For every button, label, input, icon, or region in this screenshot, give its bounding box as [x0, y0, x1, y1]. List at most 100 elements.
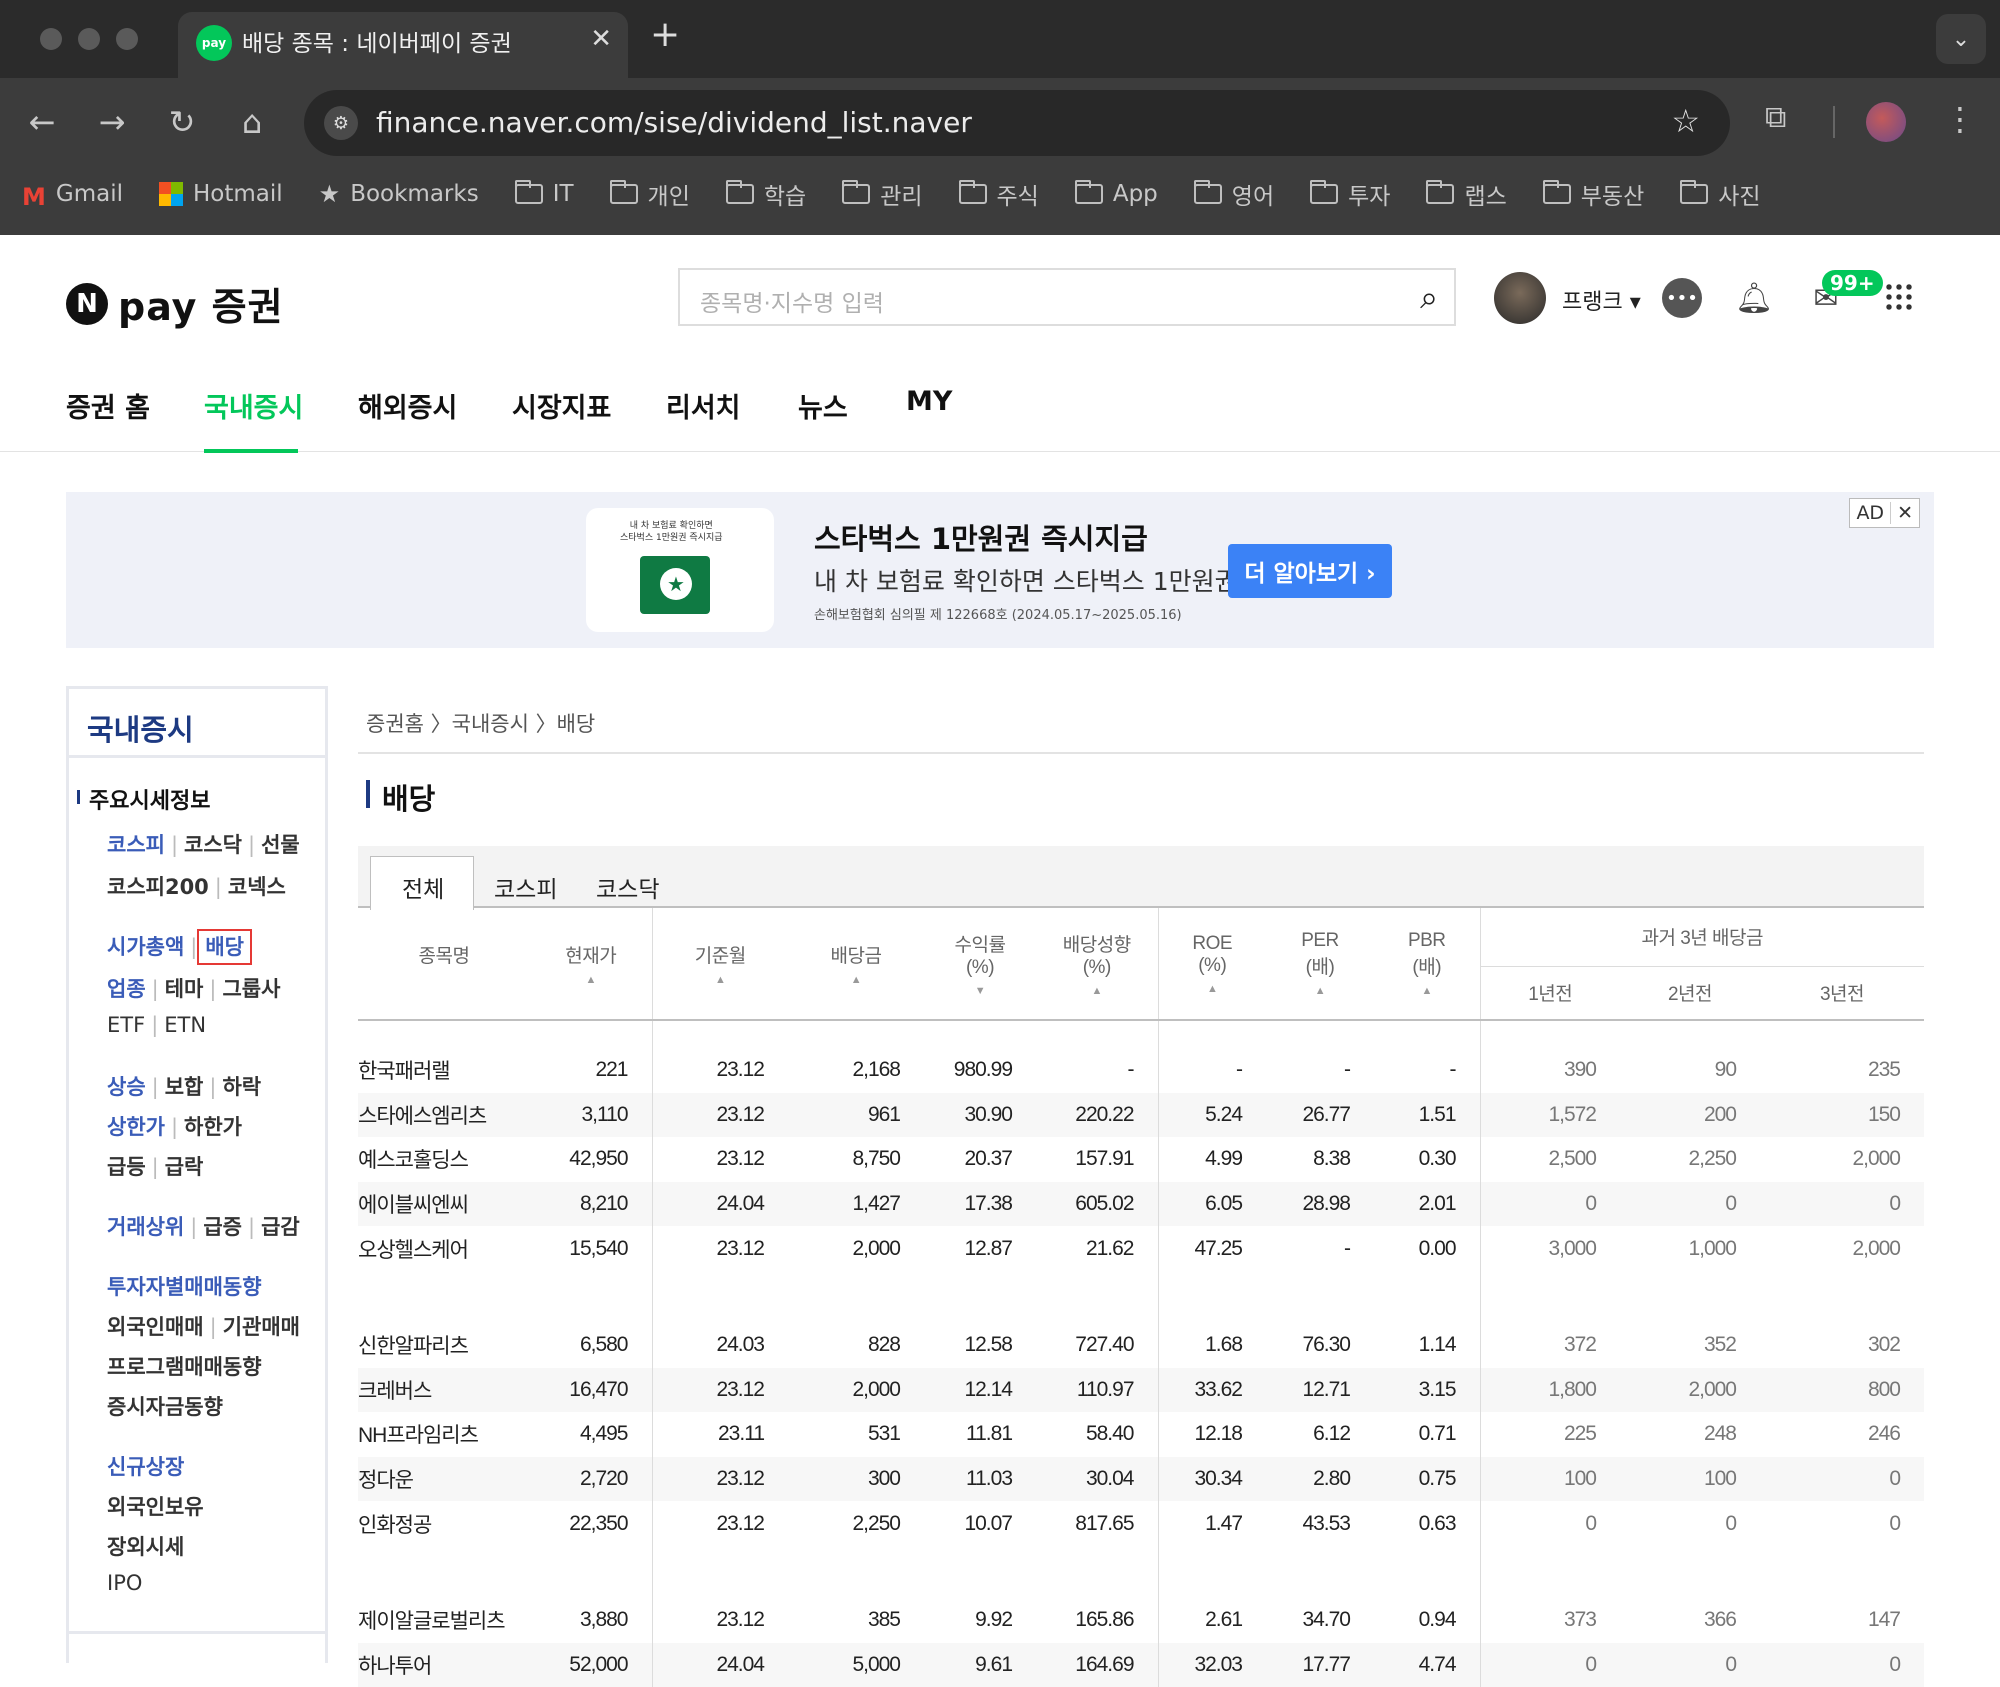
search-icon[interactable]: ⌕ [1420, 278, 1438, 317]
stock-name-link[interactable]: 정다운 [358, 1456, 530, 1502]
lnb-link-theme[interactable]: 테마 [165, 977, 204, 1001]
back-arrow-icon[interactable]: ← [20, 100, 64, 144]
stock-name-link[interactable]: 인화정공 [358, 1501, 530, 1546]
sort-down-icon[interactable]: ▼ [924, 985, 1036, 997]
bookmark-folder-manage[interactable]: 관리 [842, 177, 923, 211]
stock-name-link[interactable]: NH프라임리츠 [358, 1412, 530, 1457]
lnb-link-group[interactable]: 그룹사 [222, 977, 280, 1001]
lnb-link-etf[interactable]: ETF [107, 1013, 145, 1037]
tab-all[interactable]: 전체 [402, 870, 444, 904]
lnb-link-institution-trade[interactable]: 기관매매 [223, 1315, 300, 1339]
stock-name-link[interactable]: 제이알글로벌리츠 [358, 1598, 530, 1643]
lnb-link-upper-limit[interactable]: 상한가 [107, 1115, 165, 1139]
home-icon[interactable]: ⌂ [230, 100, 274, 144]
stock-name-link[interactable]: 신한알파리츠 [358, 1323, 530, 1368]
bookmark-hotmail[interactable]: Hotmail [159, 181, 283, 207]
lnb-link-funds-trend[interactable]: 증시자금동향 [107, 1395, 223, 1419]
tab-search-chevron-icon[interactable]: ⌄ [1936, 14, 1986, 64]
lnb-link-kospi[interactable]: 코스피 [107, 833, 165, 857]
table-row[interactable]: 예스코홀딩스 42,950 23.12 8,750 20.37 157.91 4.99 8.3… [358, 1137, 1924, 1182]
browser-tab-active[interactable]: pay 배당 종목 : 네이버페이 증권 ✕ [178, 12, 628, 78]
col-header-price[interactable]: 현재가 ▲ [530, 908, 652, 1020]
gnb-home[interactable]: 증권 홈 [66, 386, 150, 425]
lnb-link-ipo[interactable]: IPO [107, 1571, 142, 1595]
bookmark-gmail[interactable]: M Gmail [22, 181, 123, 211]
ad-banner[interactable]: 내 차 보험료 확인하면 스타벅스 1만원권 즉시지급 ★ 스타벅스 1만원권 … [66, 492, 1934, 648]
close-window-button[interactable] [40, 28, 62, 50]
lnb-link-plunge[interactable]: 급락 [165, 1155, 204, 1179]
bookmark-folder-labs[interactable]: 랩스 [1426, 177, 1507, 211]
tab-kosdaq[interactable]: 코스닥 [596, 870, 659, 904]
table-row[interactable]: 정다운 2,720 23.12 300 11.03 30.04 30.34 2.80 0.75 1… [358, 1456, 1924, 1502]
table-row[interactable]: 크레버스 16,470 23.12 2,000 12.14 110.97 33.62 12.7… [358, 1367, 1924, 1413]
lnb-link-futures[interactable]: 선물 [261, 833, 300, 857]
new-tab-icon[interactable]: + [650, 14, 680, 55]
breadcrumb[interactable]: 증권홈 〉국내증시 〉배당 [366, 708, 595, 738]
site-logo[interactable]: N pay 증권 [66, 276, 284, 331]
gnb-my[interactable]: MY [906, 386, 952, 417]
apps-grid-icon[interactable] [1884, 282, 1914, 312]
table-row[interactable]: 신한알파리츠 6,580 24.03 828 12.58 727.40 1.68 76.30 1… [358, 1322, 1924, 1368]
ad-learn-more-button[interactable]: 더 알아보기 › [1228, 544, 1392, 598]
lnb-link-steady[interactable]: 보합 [165, 1075, 204, 1099]
lnb-link-market-cap[interactable]: 시가총액 [107, 935, 184, 959]
minimize-window-button[interactable] [78, 28, 100, 50]
stock-name-link[interactable]: 한국패러랠 [358, 1048, 530, 1093]
gnb-domestic[interactable]: 국내증시 [204, 386, 303, 425]
sort-up-icon[interactable]: ▲ [530, 974, 652, 986]
sort-up-icon[interactable]: ▲ [653, 974, 789, 986]
lnb-link-konex[interactable]: 코넥스 [228, 875, 286, 899]
col-header-base-month[interactable]: 기준월 ▲ [651, 908, 789, 1020]
table-row[interactable]: 제이알글로벌리츠 3,880 23.12 385 9.92 165.86 2.61 34.70… [358, 1597, 1924, 1643]
address-bar[interactable]: ⚙ finance.naver.com/sise/dividend_list.n… [304, 90, 1730, 156]
stock-name-link[interactable]: 스타에스엠리츠 [358, 1092, 530, 1138]
col-header-per[interactable]: PER (배) ▲ [1266, 908, 1374, 1020]
lnb-link-kosdaq[interactable]: 코스닥 [184, 833, 242, 857]
stock-search-input[interactable]: 종목명·지수명 입력 ⌕ [678, 268, 1456, 326]
table-row[interactable]: 인화정공 22,350 23.12 2,250 10.07 817.65 1.47 43.53… [358, 1501, 1924, 1546]
tab-close-icon[interactable]: ✕ [590, 24, 612, 54]
ad-close-icon[interactable]: ✕ [1890, 502, 1919, 524]
table-row[interactable]: 하나투어 52,000 24.04 5,000 9.61 164.69 32.03 17.77… [358, 1642, 1924, 1687]
table-row[interactable]: 에이블씨엔씨 8,210 24.04 1,427 17.38 605.02 6.05 28.9… [358, 1181, 1924, 1227]
browser-menu-icon[interactable]: ⋮ [1944, 100, 1976, 138]
bookmark-star-icon[interactable]: ☆ [1671, 102, 1700, 140]
lnb-link-otc[interactable]: 장외시세 [107, 1535, 184, 1559]
stock-name-link[interactable]: 하나투어 [358, 1642, 530, 1687]
lnb-link-foreign-trade[interactable]: 외국인매매 [107, 1315, 204, 1339]
table-row[interactable]: 한국패러랠 221 23.12 2,168 980.99- - - -390 90 235 [358, 1048, 1924, 1093]
username-dropdown[interactable]: 프랭크 ▾ [1562, 284, 1641, 316]
sort-up-icon[interactable]: ▲ [788, 974, 924, 986]
sort-up-icon[interactable]: ▲ [1266, 985, 1374, 997]
lnb-link-investor-trend[interactable]: 투자자별매매동향 [107, 1275, 262, 1299]
gnb-research[interactable]: 리서치 [666, 386, 741, 425]
sort-up-icon[interactable]: ▲ [1036, 985, 1158, 997]
gnb-overseas[interactable]: 해외증시 [358, 386, 457, 425]
col-header-dividend[interactable]: 배당금 ▲ [788, 908, 924, 1020]
lnb-link-rise[interactable]: 상승 [107, 1075, 146, 1099]
bookmark-bookmarks[interactable]: ★ Bookmarks [319, 180, 479, 208]
bookmark-folder-app[interactable]: App [1074, 180, 1158, 207]
bookmark-folder-stock[interactable]: 주식 [958, 177, 1039, 211]
bookmark-folder-invest[interactable]: 투자 [1310, 177, 1390, 211]
user-avatar[interactable] [1494, 272, 1546, 324]
lnb-link-etn[interactable]: ETN [164, 1013, 206, 1037]
stock-name-link[interactable]: 오상헬스케어 [358, 1226, 530, 1271]
lnb-link-lower-limit[interactable]: 하한가 [184, 1115, 242, 1139]
table-row[interactable]: NH프라임리츠 4,495 23.11 531 11.81 58.40 12.18 6.12 0… [358, 1412, 1924, 1457]
stock-name-link[interactable]: 예스코홀딩스 [358, 1137, 530, 1182]
lnb-link-volume-drop[interactable]: 급감 [261, 1215, 300, 1239]
lnb-link-top-volume[interactable]: 거래상위 [107, 1215, 184, 1239]
tab-kospi[interactable]: 코스피 [494, 870, 557, 904]
col-header-pbr[interactable]: PBR (배) ▲ [1374, 908, 1480, 1020]
lnb-link-foreign-holding[interactable]: 외국인보유 [107, 1495, 204, 1519]
sort-up-icon[interactable]: ▲ [1159, 983, 1267, 995]
col-header-yield[interactable]: 수익률 (%) ▼ [924, 908, 1036, 1020]
table-row[interactable]: 오상헬스케어 15,540 23.12 2,000 12.87 21.62 47.25 - 0.… [358, 1226, 1924, 1271]
lnb-link-sector[interactable]: 업종 [107, 977, 146, 1001]
col-header-roe[interactable]: ROE (%) ▲ [1157, 908, 1267, 1020]
bell-icon[interactable]: 🔔︎ [1734, 278, 1774, 318]
stock-name-link[interactable]: 크레버스 [358, 1367, 530, 1413]
bookmark-folder-personal[interactable]: 개인 [609, 177, 690, 211]
lnb-link-new-listing[interactable]: 신규상장 [107, 1455, 184, 1479]
